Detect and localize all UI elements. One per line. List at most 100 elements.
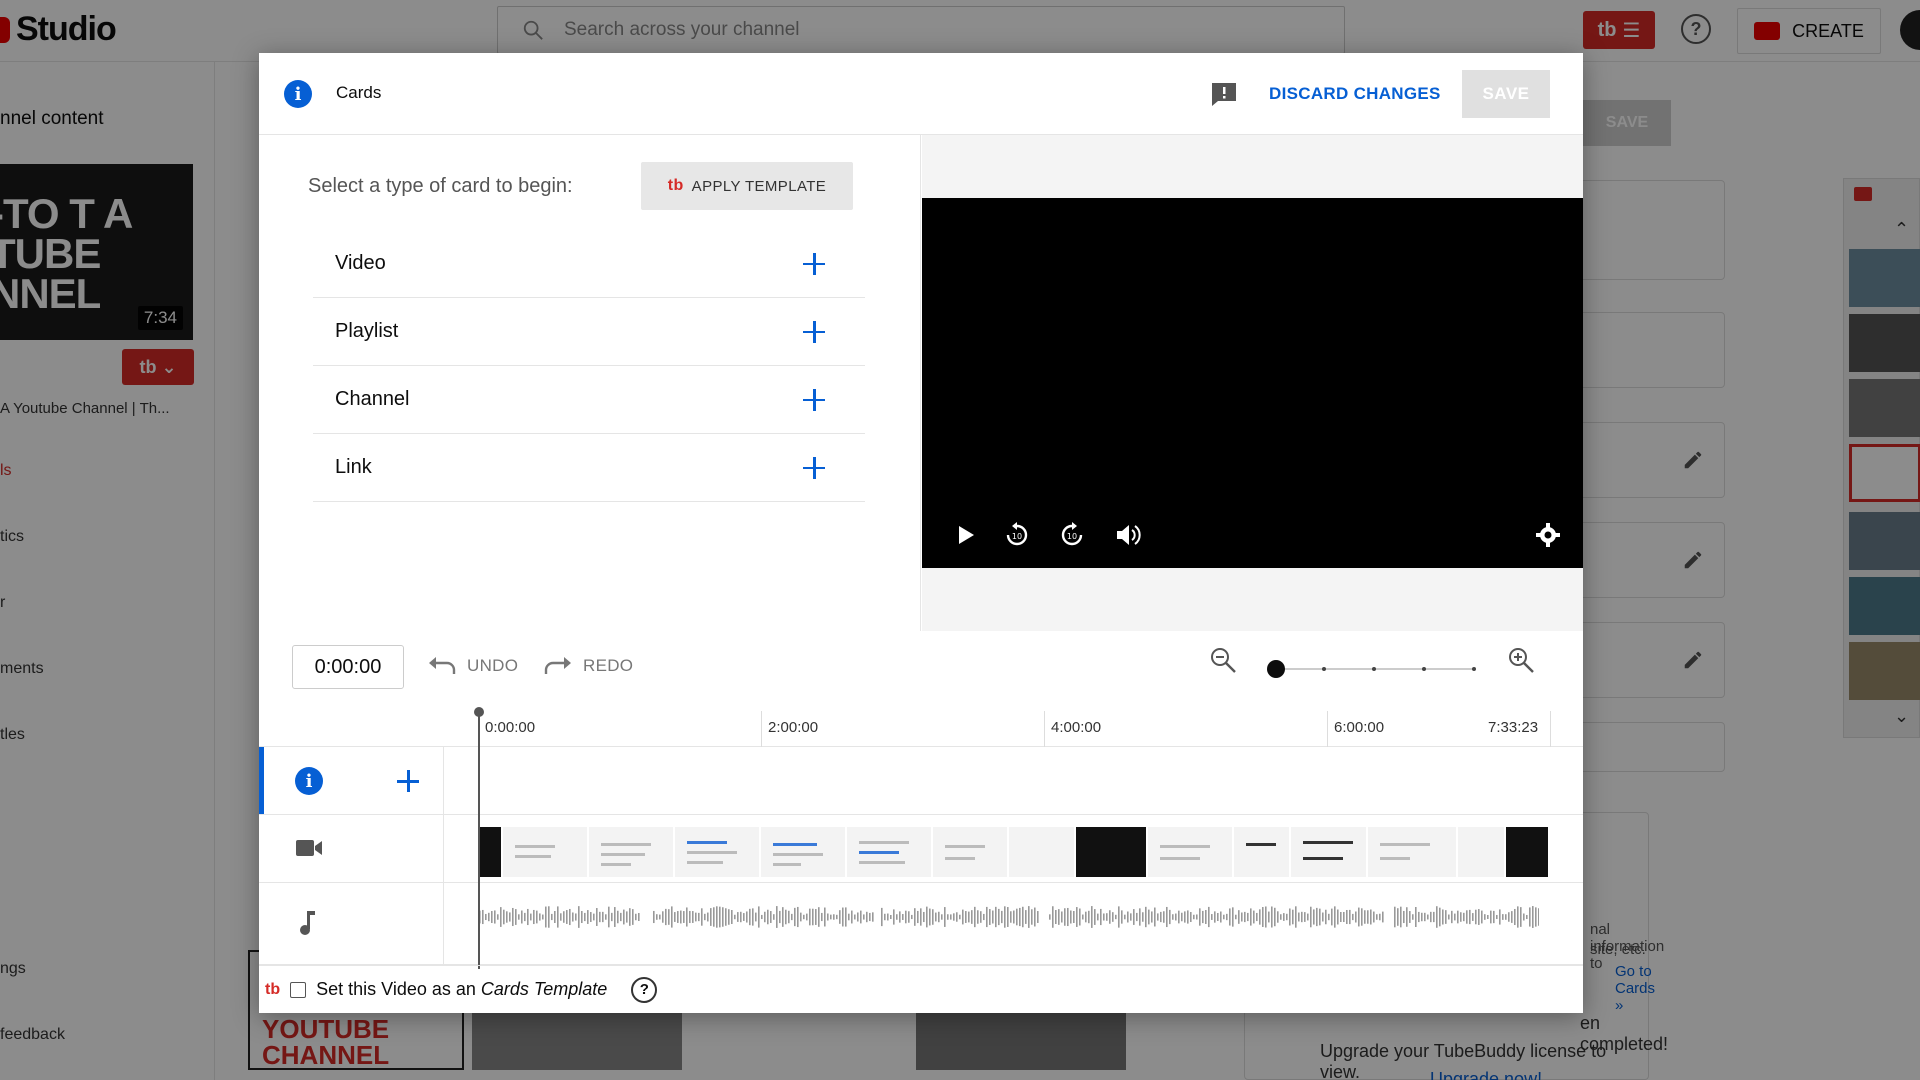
playhead[interactable] xyxy=(478,711,480,969)
waveform-bar xyxy=(1319,908,1321,926)
cards-track[interactable]: i xyxy=(259,747,1583,815)
select-card-prompt: Select a type of card to begin: xyxy=(308,175,573,197)
card-type-channel[interactable]: Channel xyxy=(313,366,865,434)
card-type-playlist[interactable]: Playlist xyxy=(313,298,865,366)
help-icon[interactable]: ? xyxy=(631,976,658,1003)
waveform-bar xyxy=(527,908,529,926)
plus-icon[interactable] xyxy=(397,770,419,792)
waveform-bar xyxy=(977,910,979,924)
waveform-bar xyxy=(821,912,823,922)
plus-icon[interactable] xyxy=(803,456,825,479)
save-button[interactable]: SAVE xyxy=(1462,70,1550,118)
card-type-link[interactable]: Link xyxy=(313,434,865,502)
card-type-label: Link xyxy=(335,456,372,478)
waveform-bar xyxy=(1364,910,1366,924)
undo-icon xyxy=(429,657,456,674)
waveform-bar xyxy=(944,907,946,927)
waveform-bar xyxy=(902,914,904,920)
waveform-bar xyxy=(1475,909,1477,925)
waveform-bar xyxy=(614,907,616,927)
waveform-bar xyxy=(971,910,973,924)
waveform-bar xyxy=(1190,912,1192,922)
waveform-bar xyxy=(1241,912,1243,922)
waveform-bar xyxy=(1484,914,1486,920)
waveform-bar xyxy=(893,909,895,925)
cards-template-checkbox[interactable] xyxy=(290,981,307,998)
waveform-bar xyxy=(551,913,553,921)
waveform-bar xyxy=(1031,909,1033,925)
discard-changes-button[interactable]: DISCARD CHANGES xyxy=(1269,84,1441,104)
time-input[interactable]: 0:00:00 xyxy=(292,645,404,689)
feedback-icon[interactable] xyxy=(1210,81,1238,107)
waveform-bar xyxy=(989,909,991,925)
waveform-bar xyxy=(1337,909,1339,925)
waveform-bar xyxy=(707,912,709,922)
waveform-bar xyxy=(710,908,712,926)
waveform-bar xyxy=(701,908,703,926)
waveform-bar xyxy=(1127,911,1129,923)
plus-icon[interactable] xyxy=(803,388,825,411)
waveform-bar xyxy=(1049,914,1051,920)
filmstrip-frame xyxy=(502,827,589,877)
apply-template-button[interactable]: tb APPLY TEMPLATE xyxy=(641,162,853,210)
waveform-bar xyxy=(713,907,715,927)
waveform-bar xyxy=(794,907,796,927)
redo-button[interactable]: REDO xyxy=(543,655,633,677)
waveform-bar xyxy=(848,913,850,921)
waveform-bar xyxy=(1220,911,1222,923)
waveform-bar xyxy=(638,912,640,922)
waveform-bar xyxy=(1235,914,1237,920)
waveform-bar xyxy=(770,911,772,923)
waveform-bar xyxy=(1493,910,1495,924)
plus-icon[interactable] xyxy=(803,252,825,275)
card-type-label: Playlist xyxy=(335,320,399,342)
waveform-bar xyxy=(1034,907,1036,927)
waveform-bar xyxy=(938,911,940,923)
gear-icon[interactable] xyxy=(1533,520,1563,550)
zoom-in-icon[interactable] xyxy=(1506,645,1536,675)
waveform-bar xyxy=(752,908,754,926)
waveform-bar xyxy=(569,908,571,926)
waveform-bar xyxy=(1154,907,1156,927)
plus-icon[interactable] xyxy=(803,320,825,343)
waveform-bar xyxy=(1088,910,1090,924)
waveform-bar xyxy=(1289,908,1291,926)
waveform-bar xyxy=(1334,906,1336,928)
waveform-bar xyxy=(1331,908,1333,926)
waveform-bar xyxy=(1016,908,1018,926)
video-player[interactable]: 10 10 xyxy=(922,198,1583,568)
waveform-bar xyxy=(1376,914,1378,920)
filmstrip-frame xyxy=(1233,827,1292,877)
zoom-out-icon[interactable] xyxy=(1208,645,1238,675)
waveform-bar xyxy=(557,906,559,928)
zoom-slider-knob[interactable] xyxy=(1267,660,1285,678)
video-track-header xyxy=(259,815,444,882)
waveform-bar xyxy=(1157,913,1159,921)
waveform-bar xyxy=(545,906,547,928)
rewind-10-icon[interactable]: 10 xyxy=(1002,520,1032,550)
waveform-bar xyxy=(704,913,706,921)
waveform-bar xyxy=(935,912,937,922)
waveform-bar xyxy=(617,910,619,924)
waveform-bar xyxy=(956,912,958,922)
undo-button[interactable]: UNDO xyxy=(427,655,518,677)
forward-10-icon[interactable]: 10 xyxy=(1057,520,1087,550)
waveform-bar xyxy=(1526,914,1528,920)
waveform-bar xyxy=(1529,907,1531,927)
waveform-bar xyxy=(1304,912,1306,922)
waveform-bar xyxy=(1538,908,1539,926)
waveform-bar xyxy=(965,911,967,923)
waveform-bar xyxy=(1325,909,1327,925)
waveform-bar xyxy=(1007,907,1009,927)
play-icon[interactable] xyxy=(950,520,980,550)
waveform-bar xyxy=(542,914,544,920)
waveform-bar xyxy=(731,910,733,924)
waveform-bar xyxy=(866,911,868,923)
waveform-bar xyxy=(1352,913,1354,921)
volume-icon[interactable] xyxy=(1113,520,1143,550)
waveform-bar xyxy=(929,908,931,926)
waveform-bar xyxy=(860,910,862,924)
waveform-bar xyxy=(1001,910,1003,924)
card-type-video[interactable]: Video xyxy=(313,230,865,298)
waveform-bar xyxy=(869,912,871,922)
